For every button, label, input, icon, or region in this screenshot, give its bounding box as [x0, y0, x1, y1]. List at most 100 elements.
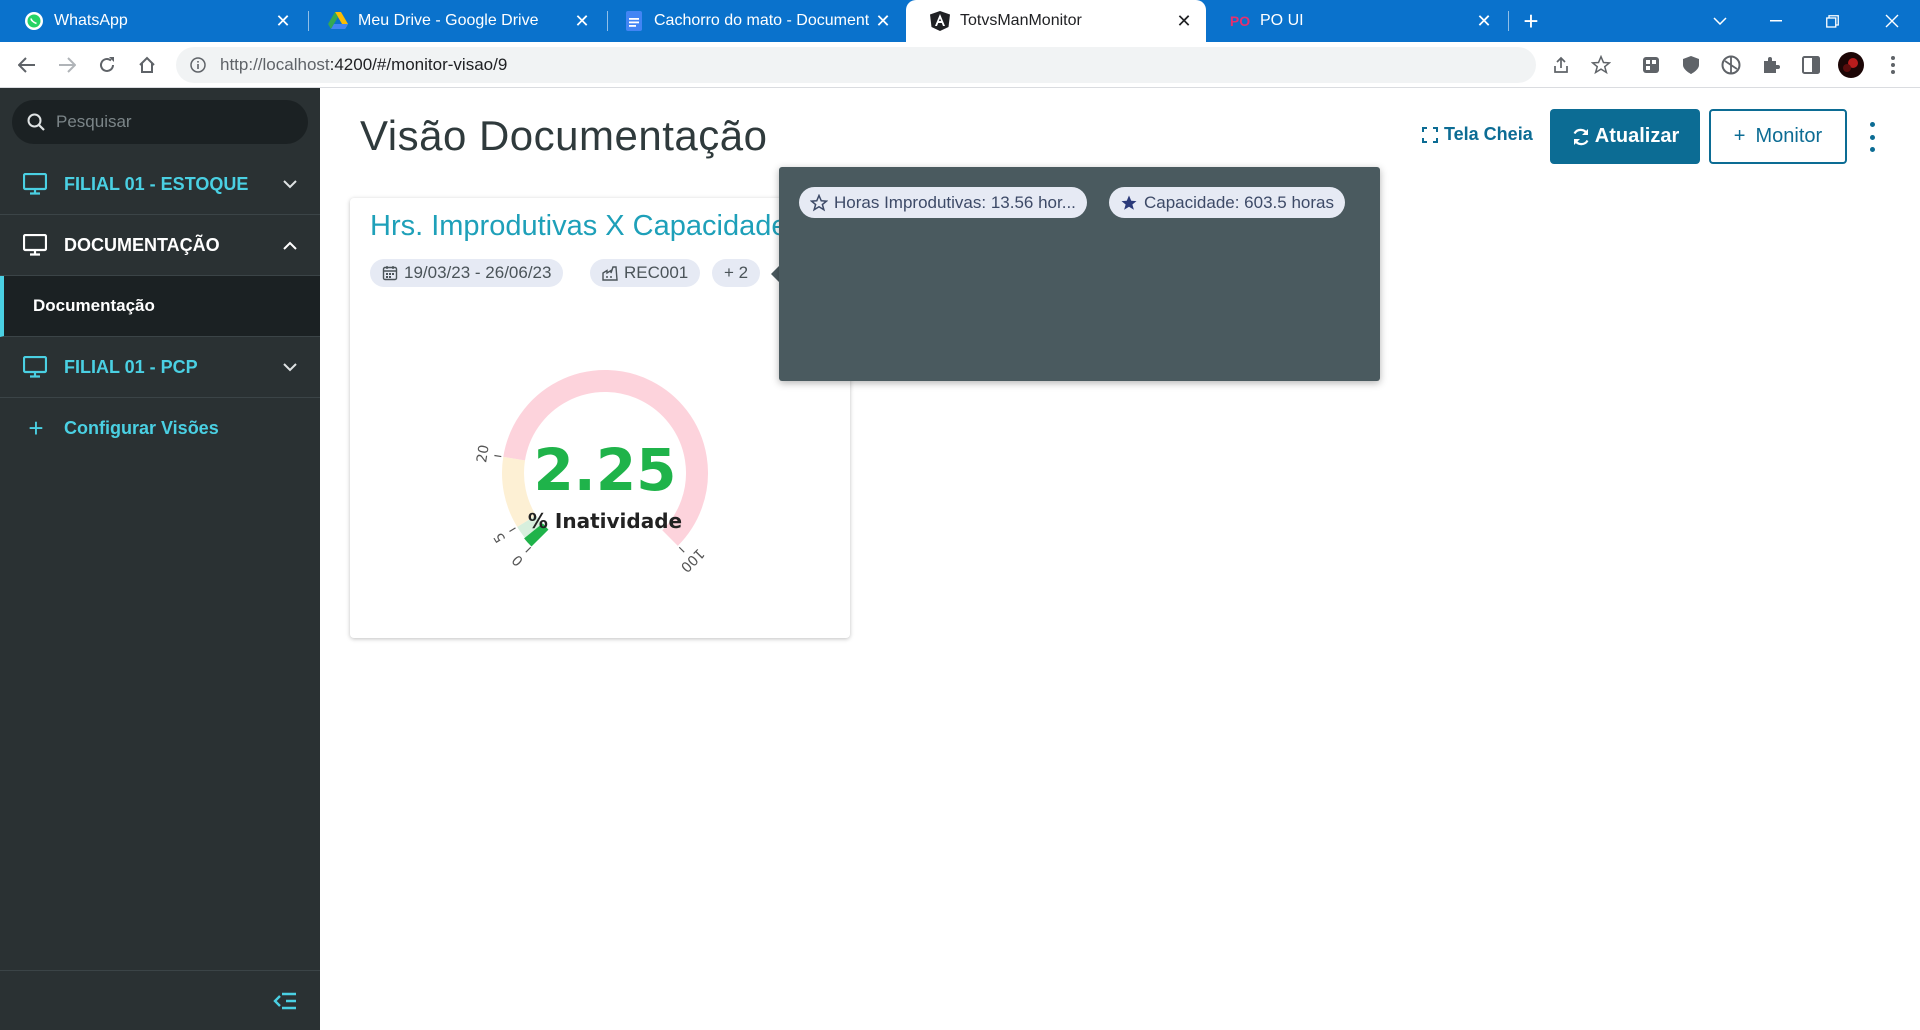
- sidebar-item-documentacao[interactable]: DOCUMENTAÇÃO: [0, 215, 320, 276]
- add-monitor-button[interactable]: + Monitor: [1709, 109, 1847, 164]
- gauge-label: % Inatividade: [528, 509, 682, 533]
- extension-shield-icon[interactable]: [1678, 52, 1704, 78]
- sidebar-item-label: FILIAL 01 - PCP: [64, 356, 198, 377]
- calendar-icon: [382, 266, 398, 281]
- monitor-icon: [22, 172, 48, 196]
- chevron-down-icon: [280, 357, 300, 377]
- plus-icon: +: [28, 413, 44, 443]
- collapse-sidebar-icon[interactable]: [272, 989, 298, 1013]
- po-ui-icon: PO: [1229, 13, 1251, 29]
- sidebar-item-filial-01-estoque[interactable]: FILIAL 01 - ESTOQUE: [0, 154, 320, 215]
- gauge-tick: [494, 454, 502, 458]
- tab-label: Cachorro do mato - Documentos: [654, 12, 869, 29]
- more-options-icon[interactable]: [1864, 122, 1880, 152]
- close-tab-icon[interactable]: ✕: [869, 11, 897, 32]
- back-button[interactable]: [12, 50, 42, 80]
- configure-views-link[interactable]: + Configurar Visões: [0, 398, 320, 459]
- tab-label: PO UI: [1260, 12, 1304, 29]
- sidebar-footer: [0, 970, 320, 1030]
- resource-text: REC001: [624, 263, 689, 282]
- star-filled-icon: [1121, 195, 1137, 210]
- browser-tab-strip: WhatsApp ✕ Meu Drive - Google Drive ✕ Ca…: [0, 0, 1920, 42]
- monitor-card: Hrs. Improdutivas X Capacidade 19/03/23 …: [350, 198, 850, 638]
- tab-search-chevron-icon[interactable]: [1692, 0, 1748, 42]
- tab-whatsapp[interactable]: WhatsApp ✕: [0, 0, 305, 42]
- tab-po-ui[interactable]: PO PO UI ✕: [1206, 0, 1506, 42]
- gauge-value: 2.25: [533, 436, 676, 504]
- url-text: http://localhost:4200/#/monitor-visao/9: [220, 55, 507, 75]
- restore-window-icon[interactable]: [1804, 0, 1860, 42]
- browser-menu-icon[interactable]: [1880, 52, 1906, 78]
- card-title: Hrs. Improdutivas X Capacidade: [370, 210, 788, 242]
- add-monitor-label: Monitor: [1755, 125, 1823, 147]
- close-window-icon[interactable]: [1864, 0, 1920, 42]
- search-icon: [27, 113, 45, 131]
- close-tab-icon[interactable]: ✕: [1170, 11, 1198, 32]
- popover-item-unproductive-hours[interactable]: Horas Improdutivas: 13.56 hor...: [799, 187, 1087, 218]
- popover-item-capacity[interactable]: Capacidade: 603.5 horas: [1109, 187, 1345, 218]
- close-tab-icon[interactable]: ✕: [1470, 11, 1498, 32]
- fullscreen-icon: [1422, 126, 1438, 143]
- close-tab-icon[interactable]: ✕: [269, 11, 297, 32]
- side-panel-icon[interactable]: [1798, 52, 1824, 78]
- address-bar[interactable]: http://localhost:4200/#/monitor-visao/9: [176, 47, 1536, 83]
- site-info-icon[interactable]: [188, 55, 208, 75]
- gauge-tick: [509, 527, 516, 533]
- angular-icon: [930, 11, 950, 31]
- url-path: :4200/#/monitor-visao/9: [329, 55, 508, 74]
- extension-puzzle-grid-icon[interactable]: [1638, 52, 1664, 78]
- tab-label: TotvsManMonitor: [960, 12, 1082, 29]
- gauge-band-1: [502, 456, 537, 527]
- chevron-up-icon: [280, 235, 300, 255]
- gauge-tick-label: 0: [509, 551, 527, 569]
- minimize-window-icon[interactable]: [1748, 0, 1804, 42]
- extensions-puzzle-icon[interactable]: [1758, 52, 1784, 78]
- home-button[interactable]: [132, 50, 162, 80]
- refresh-icon: [1573, 128, 1589, 145]
- tab-label: WhatsApp: [54, 12, 128, 29]
- sidebar-item-label: FILIAL 01 - ESTOQUE: [64, 173, 249, 194]
- google-drive-icon: [328, 11, 348, 31]
- monitor-icon: [22, 355, 48, 379]
- inactivity-gauge: 0520100 2.25 % Inatividade: [474, 370, 708, 575]
- more-filters-text: + 2: [724, 263, 749, 282]
- browser-toolbar: http://localhost:4200/#/monitor-visao/9: [0, 42, 1920, 88]
- tab-label: Meu Drive - Google Drive: [358, 12, 539, 29]
- share-icon[interactable]: [1546, 50, 1576, 80]
- reload-button[interactable]: [92, 50, 122, 80]
- tab-google-docs[interactable]: Cachorro do mato - Documentos ✕: [600, 0, 905, 42]
- sidebar: FILIAL 01 - ESTOQUE DOCUMENTAÇÃO Documen…: [0, 88, 320, 1030]
- sidebar-search[interactable]: [12, 100, 308, 144]
- chevron-down-icon: [280, 174, 300, 194]
- google-docs-icon: [624, 11, 644, 31]
- sidebar-subitem-documentacao[interactable]: Documentação: [0, 276, 320, 337]
- search-input[interactable]: [56, 112, 296, 132]
- fullscreen-button[interactable]: Tela Cheia: [1422, 124, 1533, 145]
- tab-google-drive[interactable]: Meu Drive - Google Drive ✕: [304, 0, 604, 42]
- series-popover: Horas Improdutivas: 13.56 hor... Capacid…: [779, 167, 1380, 381]
- bookmark-star-icon[interactable]: [1586, 50, 1616, 80]
- resource-chip[interactable]: REC001: [590, 259, 701, 287]
- sidebar-item-label: DOCUMENTAÇÃO: [64, 234, 220, 255]
- date-range-text: 19/03/23 - 26/06/23: [404, 263, 552, 282]
- popover-item-label: Horas Improdutivas: 13.56 hor...: [834, 192, 1076, 212]
- sidebar-item-filial-01-pcp[interactable]: FILIAL 01 - PCP: [0, 337, 320, 398]
- extension-globe-icon[interactable]: [1718, 52, 1744, 78]
- more-filters-chip[interactable]: + 2: [712, 259, 761, 287]
- close-tab-icon[interactable]: ✕: [568, 11, 596, 32]
- whatsapp-icon: [24, 11, 44, 31]
- tab-totvsmanmonitor[interactable]: TotvsManMonitor ✕: [906, 0, 1206, 42]
- date-range-chip[interactable]: 19/03/23 - 26/06/23: [370, 259, 564, 287]
- configure-views-label: Configurar Visões: [64, 418, 219, 438]
- update-label: Atualizar: [1594, 125, 1680, 147]
- url-host: http://localhost: [220, 55, 330, 74]
- new-tab-button[interactable]: +: [1516, 6, 1546, 36]
- gauge-tick-label: 5: [491, 529, 509, 545]
- profile-avatar[interactable]: [1838, 52, 1864, 78]
- forward-button[interactable]: [52, 50, 82, 80]
- update-button[interactable]: Atualizar: [1550, 109, 1700, 164]
- tab-separator: [1508, 11, 1509, 31]
- popover-item-label: Capacidade: 603.5 horas: [1144, 192, 1334, 212]
- star-outline-icon: [810, 193, 828, 211]
- sidebar-subitem-label: Documentação: [33, 296, 155, 315]
